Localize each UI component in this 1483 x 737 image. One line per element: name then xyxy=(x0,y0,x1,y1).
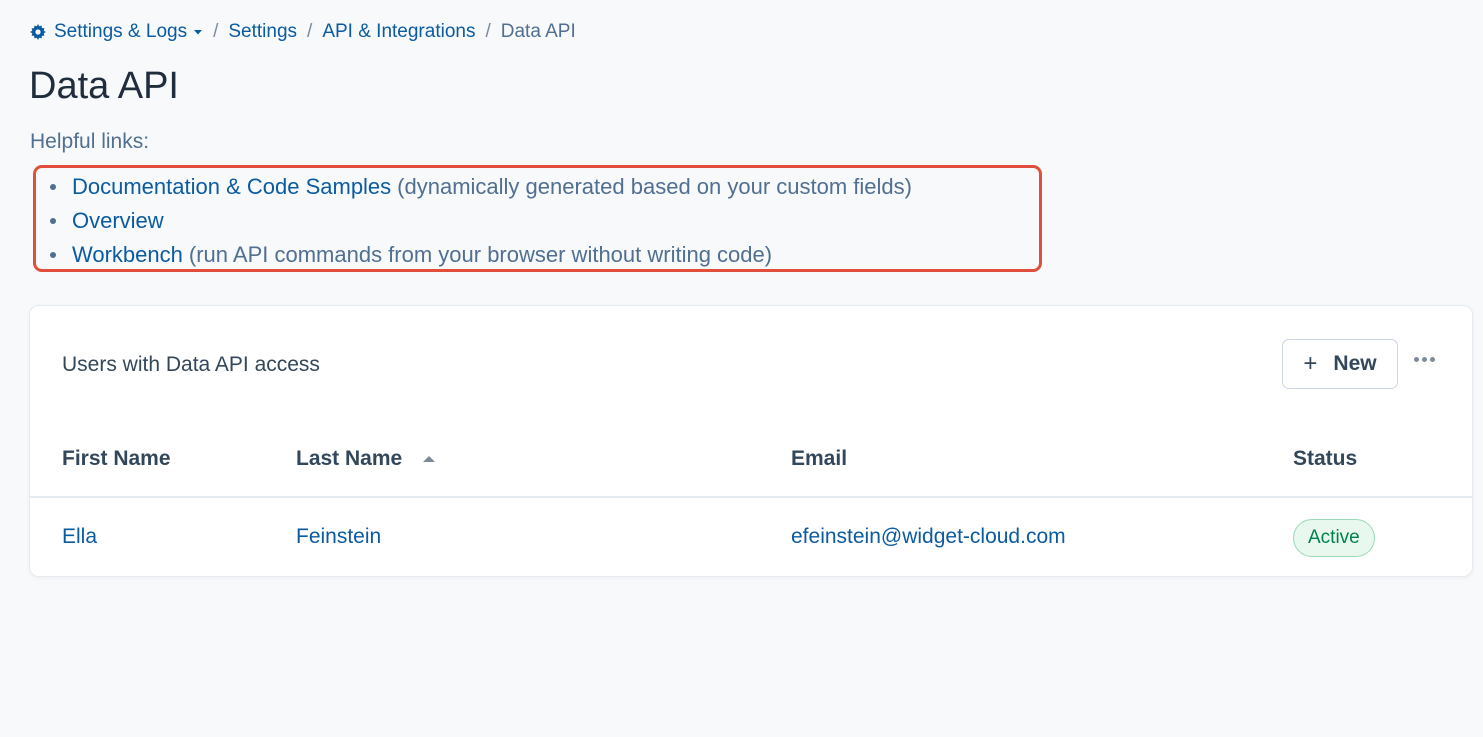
breadcrumb-separator: / xyxy=(213,21,219,42)
cell-email[interactable]: efeinstein@widget-cloud.com xyxy=(791,525,1066,549)
cell-first-name[interactable]: Ella xyxy=(62,525,97,549)
table-row[interactable]: Ella Feinstein efeinstein@widget-cloud.c… xyxy=(30,500,1472,576)
column-header-label: First Name xyxy=(62,447,171,470)
caret-down-icon xyxy=(193,27,203,37)
column-header-label: Last Name xyxy=(296,447,403,470)
helpful-links-list: Documentation & Code Samples (dynamicall… xyxy=(50,170,1039,272)
breadcrumb-api-integrations[interactable]: API & Integrations xyxy=(322,20,475,44)
breadcrumb-separator: / xyxy=(485,21,491,42)
new-button[interactable]: + New xyxy=(1282,339,1398,389)
dot xyxy=(1414,357,1419,362)
column-header-status[interactable]: Status xyxy=(1293,447,1357,471)
workbench-description: (run API commands from your browser with… xyxy=(188,242,773,267)
card-title: Users with Data API access xyxy=(62,353,320,376)
dot xyxy=(1430,357,1435,362)
dot xyxy=(1422,357,1427,362)
data-api-users-card: Users with Data API access + New First N… xyxy=(29,305,1473,577)
breadcrumb-settings-logs-dropdown[interactable]: Settings & Logs xyxy=(30,20,203,44)
table-header: First Name Last Name Email Status xyxy=(30,434,1472,498)
more-horizontal-icon[interactable] xyxy=(1414,357,1435,362)
page: Settings & Logs / Settings / API & Integ… xyxy=(0,0,1483,737)
cell-last-name[interactable]: Feinstein xyxy=(296,525,381,549)
breadcrumb-separator: / xyxy=(307,21,313,42)
column-header-label: Email xyxy=(791,447,848,470)
column-header-label: Status xyxy=(1293,447,1358,470)
documentation-link[interactable]: Documentation & Code Samples xyxy=(72,170,391,204)
overview-link[interactable]: Overview xyxy=(72,204,164,238)
column-header-last-name[interactable]: Last Name xyxy=(296,447,436,471)
list-item: Documentation & Code Samples (dynamicall… xyxy=(50,170,1039,204)
column-header-email[interactable]: Email xyxy=(791,447,847,471)
bullet xyxy=(50,252,56,258)
breadcrumb-current: Data API xyxy=(500,21,576,42)
helpful-links-highlight: Documentation & Code Samples (dynamicall… xyxy=(33,165,1042,272)
plus-icon: + xyxy=(1303,350,1318,377)
column-header-first-name[interactable]: First Name xyxy=(62,447,171,471)
bullet xyxy=(50,184,56,190)
gear-icon xyxy=(30,24,46,40)
breadcrumb: Settings & Logs / Settings / API & Integ… xyxy=(30,20,576,44)
bullet xyxy=(50,218,56,224)
breadcrumb-root-label: Settings & Logs xyxy=(54,21,188,42)
list-item: Workbench (run API commands from your br… xyxy=(50,238,1039,272)
page-title: Data API xyxy=(29,65,179,107)
list-item: Overview xyxy=(50,204,1039,238)
new-button-label: New xyxy=(1333,352,1377,375)
workbench-link[interactable]: Workbench xyxy=(72,238,183,272)
breadcrumb-settings[interactable]: Settings xyxy=(228,20,297,44)
sort-ascending-icon xyxy=(422,454,436,464)
documentation-description: (dynamically generated based on your cus… xyxy=(397,174,912,199)
helpful-links-label: Helpful links: xyxy=(30,130,150,153)
status-badge: Active xyxy=(1293,519,1375,557)
